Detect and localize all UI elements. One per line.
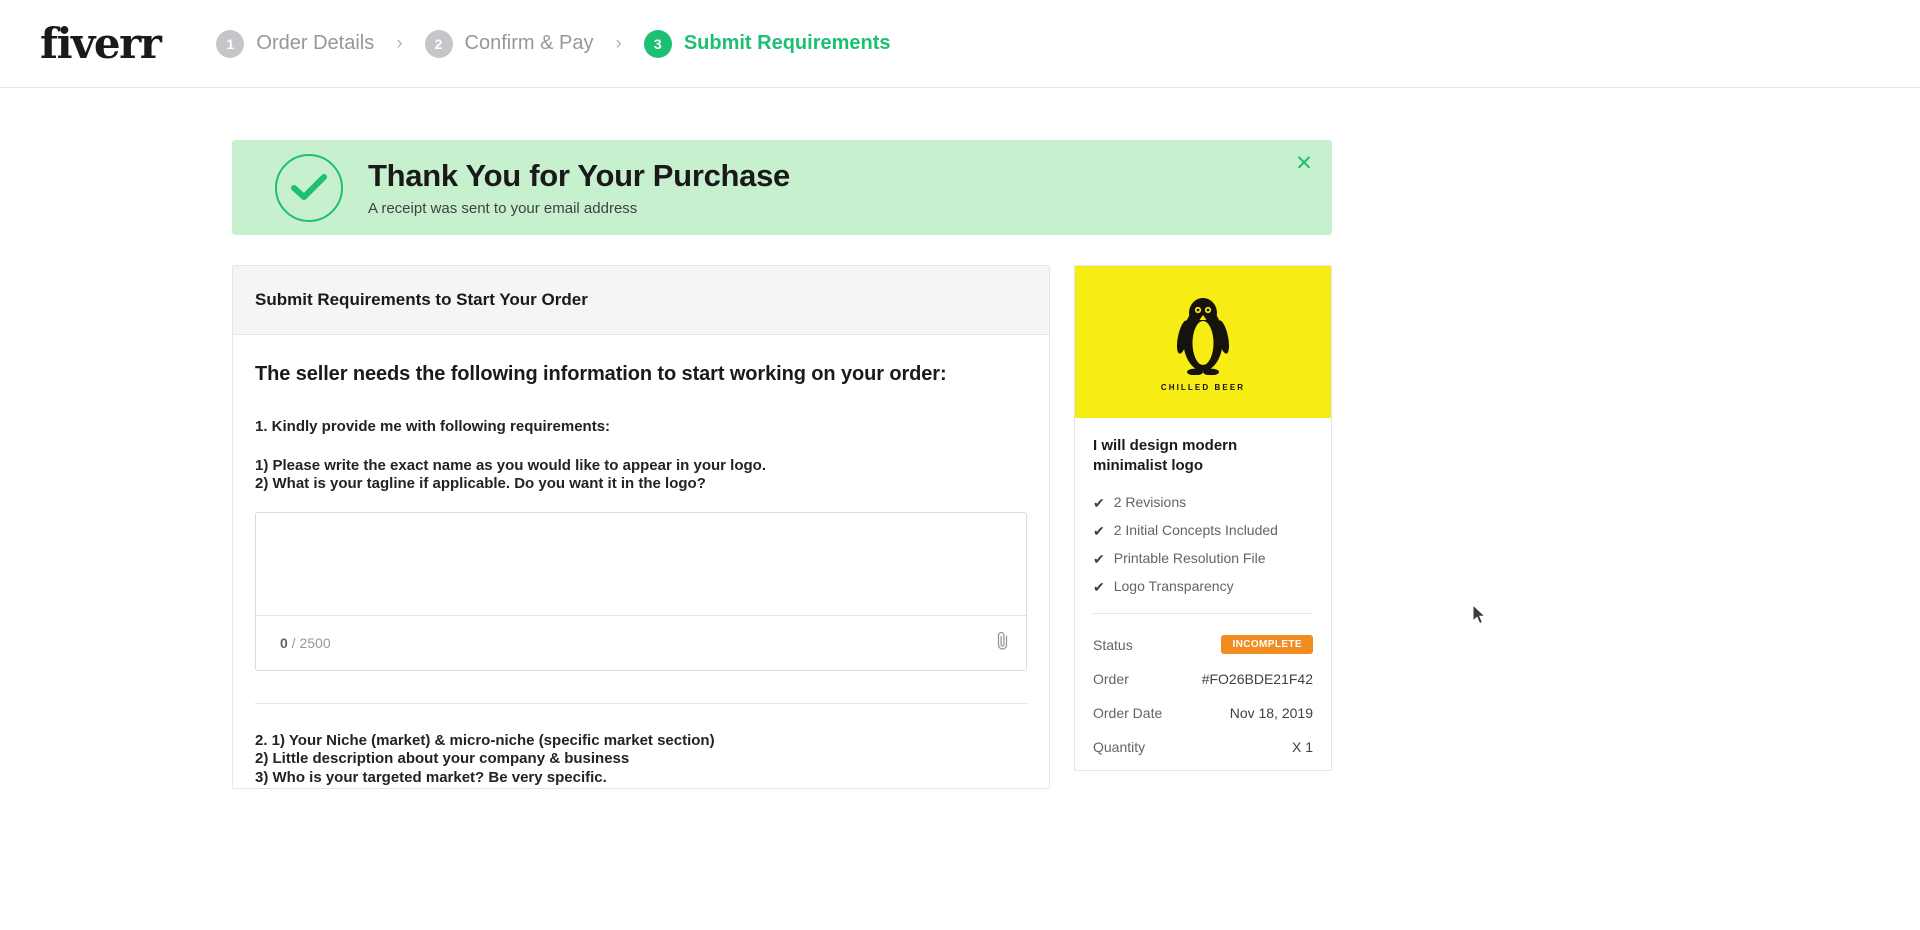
counter-divider: / [287, 634, 300, 651]
check-icon: ✔ [1093, 579, 1105, 596]
page-content: Thank You for Your Purchase A receipt wa… [0, 88, 1920, 790]
banner-title: Thank You for Your Purchase [368, 158, 790, 194]
site-header: fiverr 1 Order Details › 2 Confirm & Pay… [0, 0, 1920, 88]
banner-subtitle: A receipt was sent to your email address [368, 199, 638, 217]
step-separator-icon: › [615, 32, 622, 54]
requirements-intro: The seller needs the following informati… [255, 363, 947, 385]
textarea-footer: 0 / 2500 [256, 614, 1026, 670]
content-container: Thank You for Your Purchase A receipt wa… [232, 140, 1332, 790]
step-label: Order Details [256, 32, 375, 54]
step-order-details[interactable]: 1 Order Details [216, 29, 375, 58]
requirement-answer-field[interactable]: 0 / 2500 [255, 511, 1027, 671]
detail-label: Status [1093, 636, 1133, 653]
requirements-card-body: The seller needs the following informati… [233, 335, 1049, 788]
penguin-icon: CHILLED BEER [1161, 293, 1245, 392]
requirement-question: 2. 1) Your Niche (market) & micro-niche … [255, 731, 715, 749]
step-confirm-pay[interactable]: 2 Confirm & Pay [424, 29, 594, 58]
step-number: 1 [216, 29, 245, 58]
gig-detail-order: Order #FO26BDE21F42 [1093, 662, 1313, 696]
detail-label: Quantity [1093, 738, 1146, 755]
detail-label: Order Date [1093, 704, 1163, 721]
gig-summary-card: CHILLED BEER I will design modern minima… [1074, 265, 1332, 771]
requirements-column: Submit Requirements to Start Your Order … [232, 265, 1050, 790]
gig-thumbnail[interactable]: CHILLED BEER [1075, 266, 1331, 418]
check-icon: ✔ [1093, 551, 1105, 568]
checkout-steps: 1 Order Details › 2 Confirm & Pay › 3 Su… [216, 29, 891, 58]
requirements-card: Submit Requirements to Start Your Order … [232, 265, 1050, 790]
step-number: 2 [424, 29, 453, 58]
gig-summary-column: CHILLED BEER I will design modern minima… [1074, 265, 1332, 771]
gig-card-body: I will design modern minimalist logo ✔ 2… [1075, 418, 1331, 614]
banner-text-group: Thank You for Your Purchase A receipt wa… [368, 158, 790, 217]
detail-label: Order [1093, 670, 1129, 687]
check-circle-icon [275, 153, 343, 222]
requirement-sublines: 1) Please write the exact name as you wo… [255, 457, 1027, 494]
counter-max: 2500 [299, 634, 331, 651]
gig-feature-label: Printable Resolution File [1113, 550, 1266, 567]
detail-value: X 1 [1291, 738, 1313, 755]
fiverr-logo[interactable]: fiverr [40, 19, 162, 68]
gig-thumbnail-caption: CHILLED BEER [1160, 382, 1246, 392]
paperclip-icon[interactable] [995, 631, 1010, 655]
gig-details-list: Status INCOMPLETE Order #FO26BDE21F42 Or… [1075, 614, 1331, 770]
gig-feature-label: 2 Revisions [1113, 493, 1187, 510]
requirement-textarea[interactable] [256, 512, 1026, 615]
check-icon: ✔ [1093, 494, 1105, 511]
close-icon[interactable]: ✕ [1292, 152, 1316, 176]
requirement-question: 1. Kindly provide me with following requ… [255, 418, 611, 435]
detail-value: #FO26BDE21F42 [1201, 670, 1313, 687]
step-label: Submit Requirements [683, 32, 891, 54]
list-item: ✔ 2 Revisions [1093, 494, 1313, 512]
gig-feature-label: 2 Initial Concepts Included [1113, 522, 1278, 539]
step-separator-icon: › [396, 32, 403, 54]
gig-title[interactable]: I will design modern minimalist logo [1093, 436, 1313, 476]
requirement-subline: 2) Little description about your company… [255, 750, 630, 768]
status-badge: INCOMPLETE [1221, 635, 1313, 655]
gig-feature-label: Logo Transparency [1113, 578, 1234, 595]
check-icon: ✔ [1093, 523, 1105, 540]
step-submit-requirements[interactable]: 3 Submit Requirements [643, 29, 891, 58]
requirement-subline: 2) What is your tagline if applicable. D… [255, 475, 706, 493]
requirement-subline: 3) Who is your targeted market? Be very … [255, 769, 607, 787]
character-counter: 0 / 2500 [280, 635, 331, 651]
main-layout: Submit Requirements to Start Your Order … [232, 265, 1332, 790]
requirement-sublines: 2. 1) Your Niche (market) & micro-niche … [255, 732, 1027, 789]
requirement-item-2: 2. 1) Your Niche (market) & micro-niche … [255, 704, 1027, 789]
gig-detail-order-date: Order Date Nov 18, 2019 [1093, 696, 1313, 730]
requirement-item-1: 1. Kindly provide me with following requ… [255, 418, 1027, 677]
purchase-success-banner: Thank You for Your Purchase A receipt wa… [232, 140, 1332, 235]
detail-value: Nov 18, 2019 [1229, 704, 1313, 721]
gig-detail-status: Status INCOMPLETE [1093, 628, 1313, 662]
gig-detail-quantity: Quantity X 1 [1093, 730, 1313, 764]
list-item: ✔ Printable Resolution File [1093, 550, 1313, 568]
step-number: 3 [643, 29, 672, 58]
counter-current: 0 [280, 634, 288, 651]
step-label: Confirm & Pay [464, 32, 594, 54]
list-item: ✔ 2 Initial Concepts Included [1093, 522, 1313, 540]
requirements-card-title: Submit Requirements to Start Your Order [233, 266, 1049, 335]
requirement-subline: 1) Please write the exact name as you wo… [255, 457, 766, 474]
gig-features-list: ✔ 2 Revisions ✔ 2 Initial Concepts Inclu… [1093, 494, 1313, 597]
list-item: ✔ Logo Transparency [1093, 578, 1313, 596]
